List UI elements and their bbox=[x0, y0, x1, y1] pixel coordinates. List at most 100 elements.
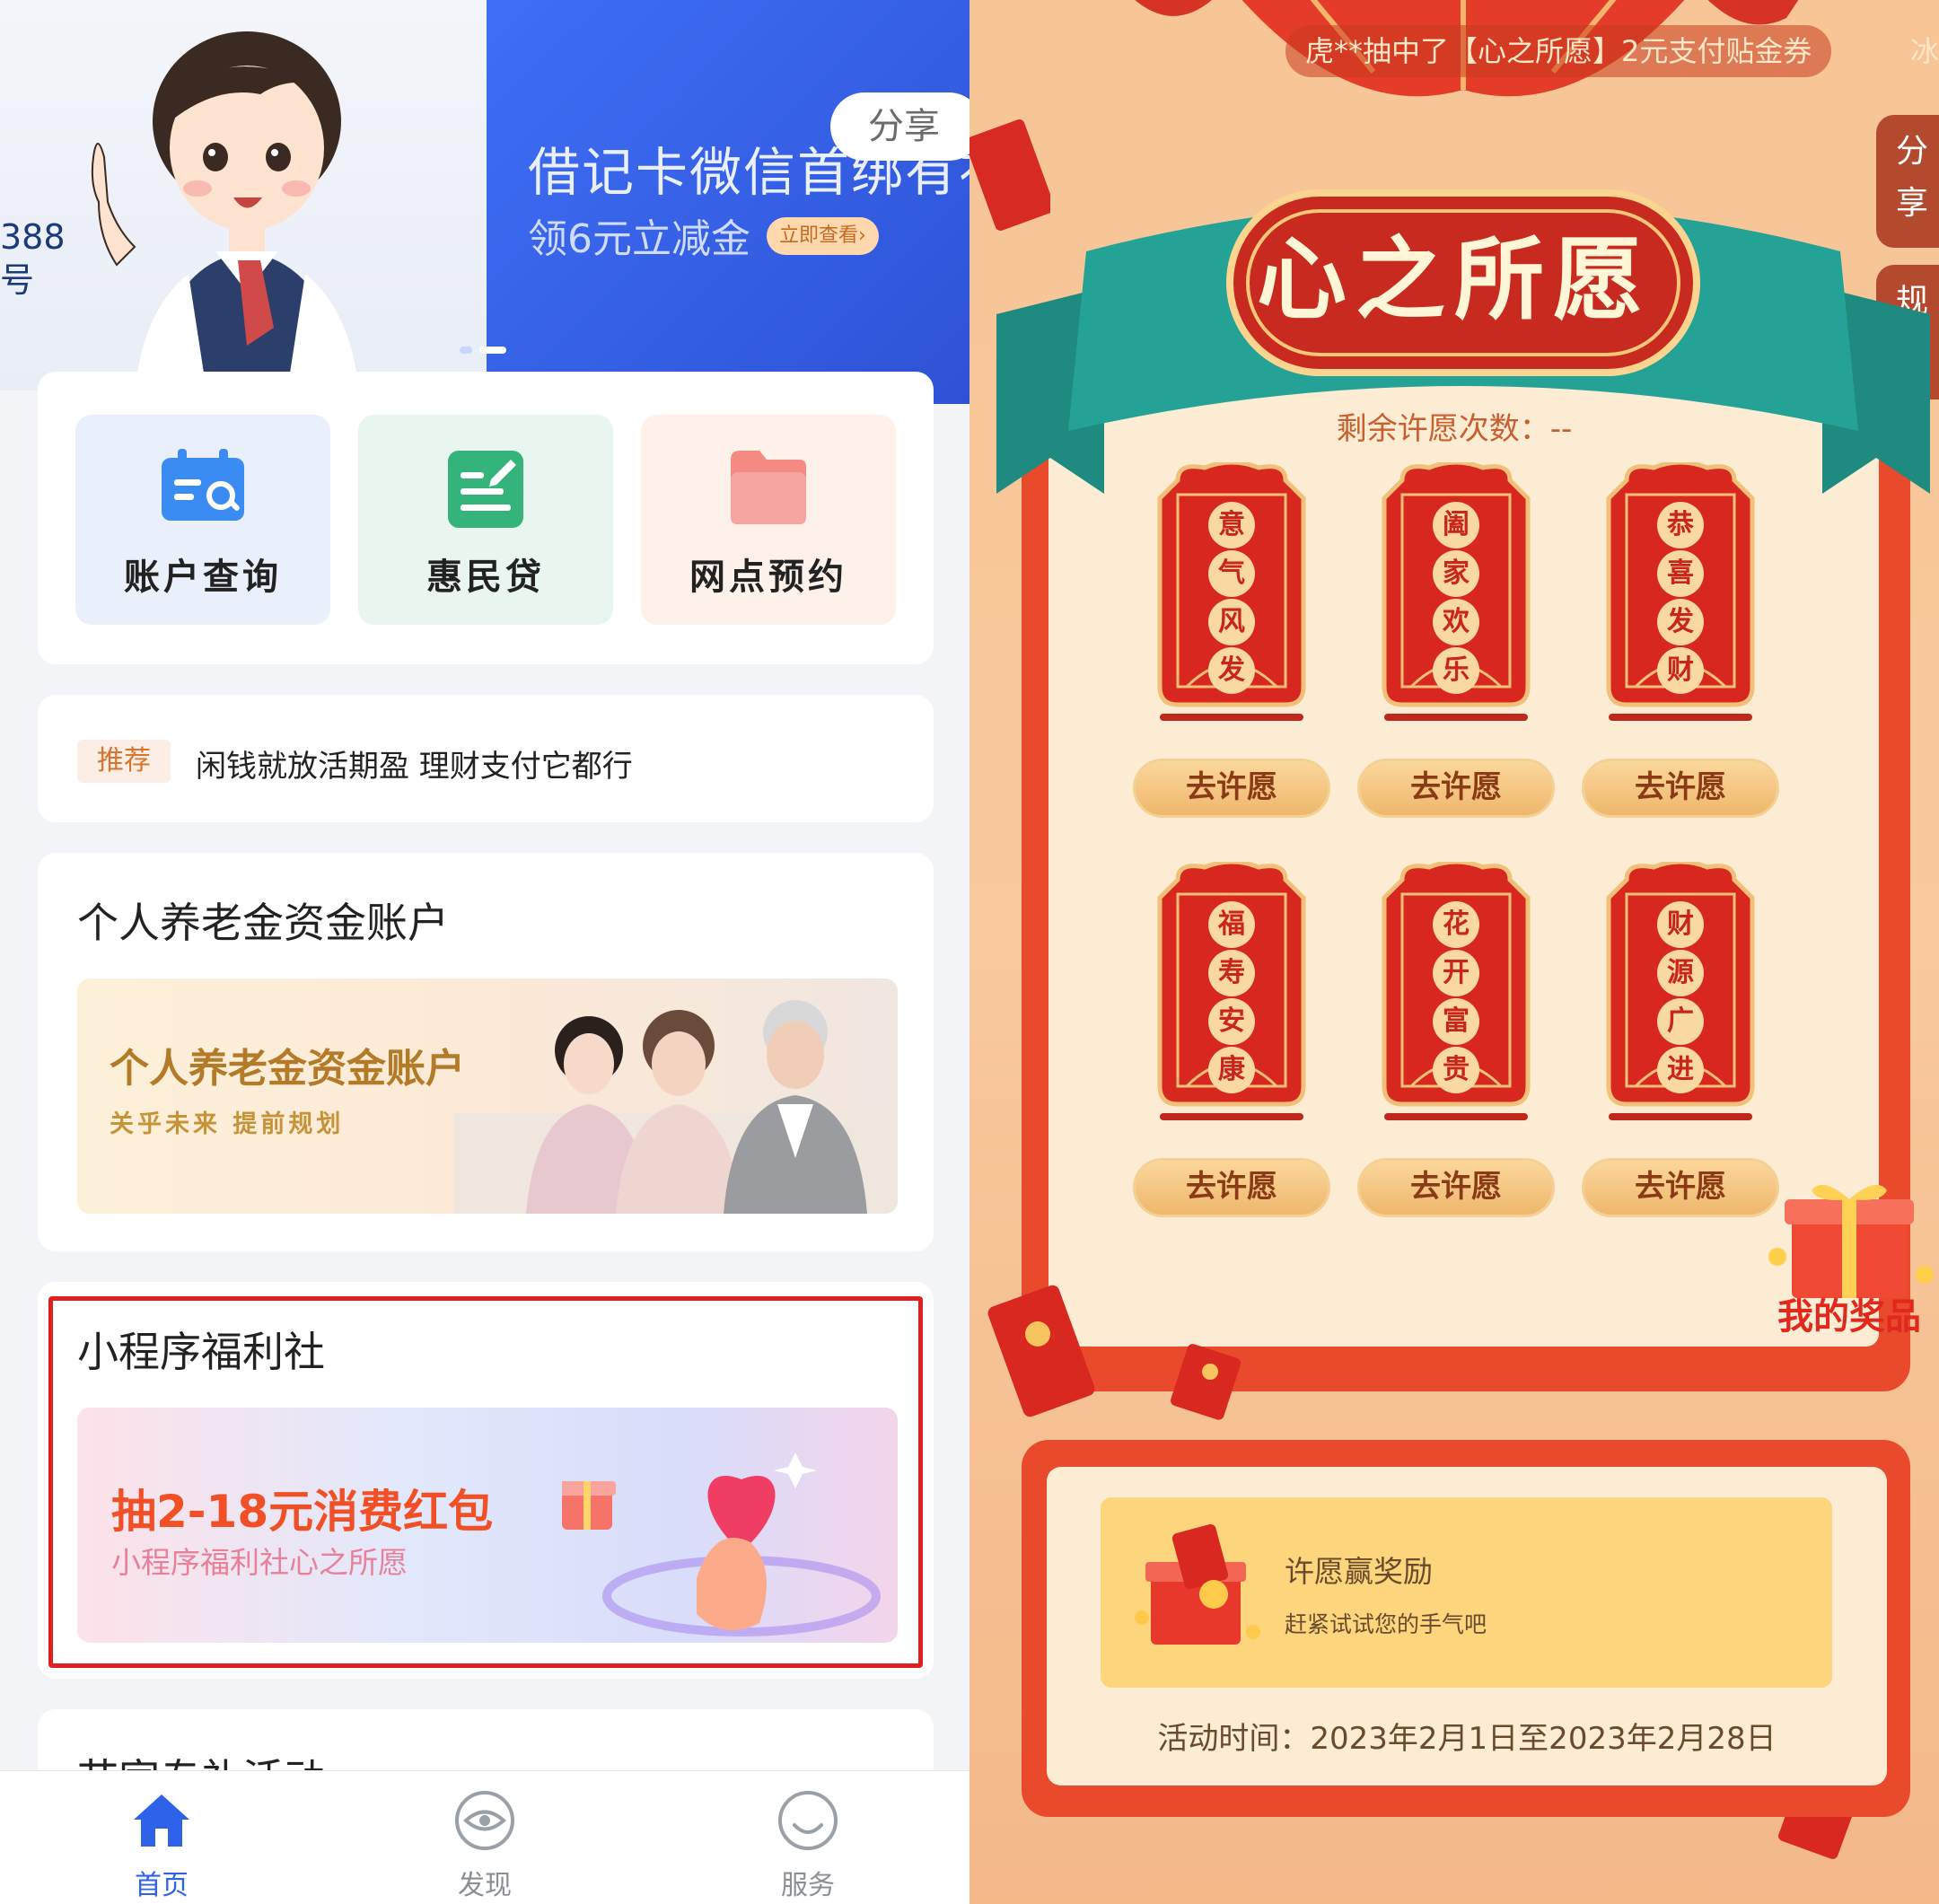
wish-charm[interactable]: 花开富贵 bbox=[1375, 859, 1537, 1126]
make-wish-button[interactable]: 去许愿 bbox=[1357, 1158, 1555, 1217]
tab-discover[interactable]: 发现 bbox=[413, 1789, 557, 1902]
charm-glyph: 阖 bbox=[1433, 502, 1479, 548]
tab-label: 首页 bbox=[135, 1870, 189, 1901]
charm-glyph: 花 bbox=[1433, 901, 1479, 948]
charm-glyph: 寿 bbox=[1208, 950, 1255, 996]
mini-program-welfare-card: 小程序福利社 抽2-18元消费红包 小程序福利社心之所愿 bbox=[38, 1282, 934, 1679]
make-wish-button[interactable]: 去许愿 bbox=[1582, 759, 1779, 818]
heart-gift-illustration bbox=[562, 1452, 881, 1636]
recommend-bar[interactable]: 推荐 闲钱就放活期盈 理财支付它都行 bbox=[38, 695, 934, 822]
quick-action-branch-booking[interactable]: 网点预约 bbox=[641, 415, 896, 625]
make-wish-button[interactable]: 去许愿 bbox=[1357, 759, 1555, 818]
charm-glyph-column: 福寿安康 bbox=[1208, 901, 1255, 1095]
carousel-banner-current[interactable]: 借记卡微信首绑有礼 领6元立减金 立即查看› bbox=[487, 0, 970, 404]
family-photo bbox=[454, 1000, 898, 1214]
service-smile-icon bbox=[778, 1791, 838, 1850]
banner-subtitle: 领6元立减金 bbox=[528, 216, 750, 262]
charm-glyph-column: 财源广进 bbox=[1657, 901, 1704, 1095]
charm-glyph: 福 bbox=[1208, 901, 1255, 948]
my-prizes-button[interactable]: 我的奖品 bbox=[1759, 1176, 1939, 1347]
tab-home[interactable]: 首页 bbox=[90, 1789, 233, 1902]
charm-glyph-column: 恭喜发财 bbox=[1657, 502, 1704, 696]
remaining-wishes: 剩余许愿次数：-- bbox=[1336, 411, 1573, 447]
charm-glyph-column: 花开富贵 bbox=[1433, 901, 1479, 1095]
activity-period: 活动时间：2023年2月1日至2023年2月28日 bbox=[1157, 1721, 1777, 1757]
quick-actions-card: 账户查询 惠民贷 网点预约 bbox=[38, 372, 934, 664]
charm-glyph: 发 bbox=[1208, 647, 1255, 694]
charm-glyph: 进 bbox=[1657, 1047, 1704, 1093]
make-wish-button[interactable]: 去许愿 bbox=[1133, 759, 1330, 818]
reward-panel: 许愿赢奖励 赶紧试试您的手气吧 活动时间：2023年2月1日至2023年2月28… bbox=[1047, 1467, 1887, 1786]
recommend-text: 闲钱就放活期盈 理财支付它都行 bbox=[196, 749, 633, 785]
section-title: 小程序福利社 bbox=[77, 1328, 325, 1376]
section-title: 个人养老金资金账户 bbox=[77, 899, 449, 947]
document-edit-icon bbox=[448, 451, 523, 528]
my-prizes-label: 我的奖品 bbox=[1777, 1296, 1921, 1338]
discover-eye-icon bbox=[455, 1791, 514, 1850]
quick-action-label: 网点预约 bbox=[689, 557, 847, 598]
charm-glyph: 发 bbox=[1657, 599, 1704, 645]
wish-charm[interactable]: 阖家欢乐 bbox=[1375, 460, 1537, 726]
activity-title: 心之所愿 bbox=[1257, 227, 1652, 332]
carousel-indicator bbox=[460, 347, 506, 354]
pension-banner-subtitle: 关乎未来 提前规划 bbox=[110, 1110, 345, 1138]
quick-action-loan[interactable]: 惠民贷 bbox=[358, 415, 613, 625]
make-wish-button[interactable]: 去许愿 bbox=[1133, 1158, 1330, 1217]
charm-glyph: 欢 bbox=[1433, 599, 1479, 645]
home-icon bbox=[134, 1794, 189, 1847]
welfare-banner[interactable]: 抽2-18元消费红包 小程序福利社心之所愿 bbox=[77, 1408, 898, 1643]
quick-action-account-query[interactable]: 账户查询 bbox=[75, 415, 330, 625]
red-envelope-icon bbox=[1171, 1344, 1241, 1420]
charm-glyph: 乐 bbox=[1433, 647, 1479, 694]
charm-glyph: 风 bbox=[1208, 599, 1255, 645]
charm-glyph-column: 意气风发 bbox=[1208, 502, 1255, 696]
make-wish-button[interactable]: 去许愿 bbox=[1582, 1158, 1779, 1217]
carousel-banner-previous[interactable]: 388 号 bbox=[0, 0, 489, 390]
charm-glyph: 喜 bbox=[1657, 550, 1704, 597]
bank-assistant-illustration bbox=[91, 31, 359, 390]
pension-banner[interactable]: 个人养老金资金账户 关乎未来 提前规划 bbox=[77, 978, 898, 1214]
red-envelope-icon bbox=[987, 1285, 1095, 1417]
welfare-banner-title: 抽2-18元消费红包 bbox=[111, 1486, 494, 1538]
wish-charm[interactable]: 恭喜发财 bbox=[1600, 460, 1761, 726]
wish-reward-card[interactable]: 许愿赢奖励 赶紧试试您的手气吧 bbox=[1101, 1497, 1832, 1688]
banner-phone-fragment: 388 号 bbox=[0, 217, 66, 300]
charm-glyph: 富 bbox=[1433, 998, 1479, 1045]
carousel-dot bbox=[460, 347, 472, 354]
quick-action-label: 账户查询 bbox=[124, 557, 282, 598]
welfare-banner-subtitle: 小程序福利社心之所愿 bbox=[111, 1545, 408, 1580]
charm-glyph: 恭 bbox=[1657, 502, 1704, 548]
charm-glyph: 家 bbox=[1433, 550, 1479, 597]
pension-account-card: 个人养老金资金账户 个人养老金资金账户 关乎未来 提前规划 bbox=[38, 853, 934, 1251]
wish-charm[interactable]: 意气风发 bbox=[1151, 460, 1312, 726]
share-button[interactable]: 分享 bbox=[830, 92, 970, 161]
bank-app-home: 388 号 借记卡微信首绑有礼 领6元立减金 立即查看› 分享 账户查询 惠民贷… bbox=[0, 0, 970, 1904]
charm-glyph: 贵 bbox=[1433, 1047, 1479, 1093]
winner-ticker: 虎**抽中了【心之所愿】2元支付贴金券 bbox=[1285, 25, 1832, 77]
carousel-dot-active bbox=[479, 347, 506, 354]
reward-subtitle: 赶紧试试您的手气吧 bbox=[1285, 1611, 1487, 1637]
charm-glyph: 气 bbox=[1208, 550, 1255, 597]
wish-charm[interactable]: 财源广进 bbox=[1600, 859, 1761, 1126]
charm-glyph: 意 bbox=[1208, 502, 1255, 548]
charm-glyph: 广 bbox=[1657, 998, 1704, 1045]
quick-action-label: 惠民贷 bbox=[426, 557, 545, 598]
charm-glyph: 康 bbox=[1208, 1047, 1255, 1093]
winner-ticker-next: 冰 bbox=[1910, 34, 1939, 68]
calendar-search-icon bbox=[162, 449, 244, 521]
charm-glyph: 财 bbox=[1657, 901, 1704, 948]
reward-gift-icon bbox=[1135, 1523, 1260, 1645]
tab-label: 发现 bbox=[458, 1870, 512, 1901]
pension-banner-title: 个人养老金资金账户 bbox=[110, 1046, 465, 1092]
tab-service[interactable]: 服务 bbox=[736, 1789, 880, 1902]
reward-title: 许愿赢奖励 bbox=[1285, 1554, 1433, 1589]
charm-glyph: 开 bbox=[1433, 950, 1479, 996]
wish-charm[interactable]: 福寿安康 bbox=[1151, 859, 1312, 1126]
charm-glyph: 财 bbox=[1657, 647, 1704, 694]
charm-glyph: 源 bbox=[1657, 950, 1704, 996]
bottom-tab-bar: 首页 发现 服务 bbox=[0, 1770, 970, 1904]
recommend-tag: 推荐 bbox=[77, 740, 171, 783]
tab-label: 服务 bbox=[781, 1870, 835, 1901]
wish-activity-page: 虎**抽中了【心之所愿】2元支付贴金券 冰 分享 规则 心之所愿 剩余许愿次数：… bbox=[970, 0, 1939, 1904]
view-now-button[interactable]: 立即查看› bbox=[767, 217, 879, 255]
